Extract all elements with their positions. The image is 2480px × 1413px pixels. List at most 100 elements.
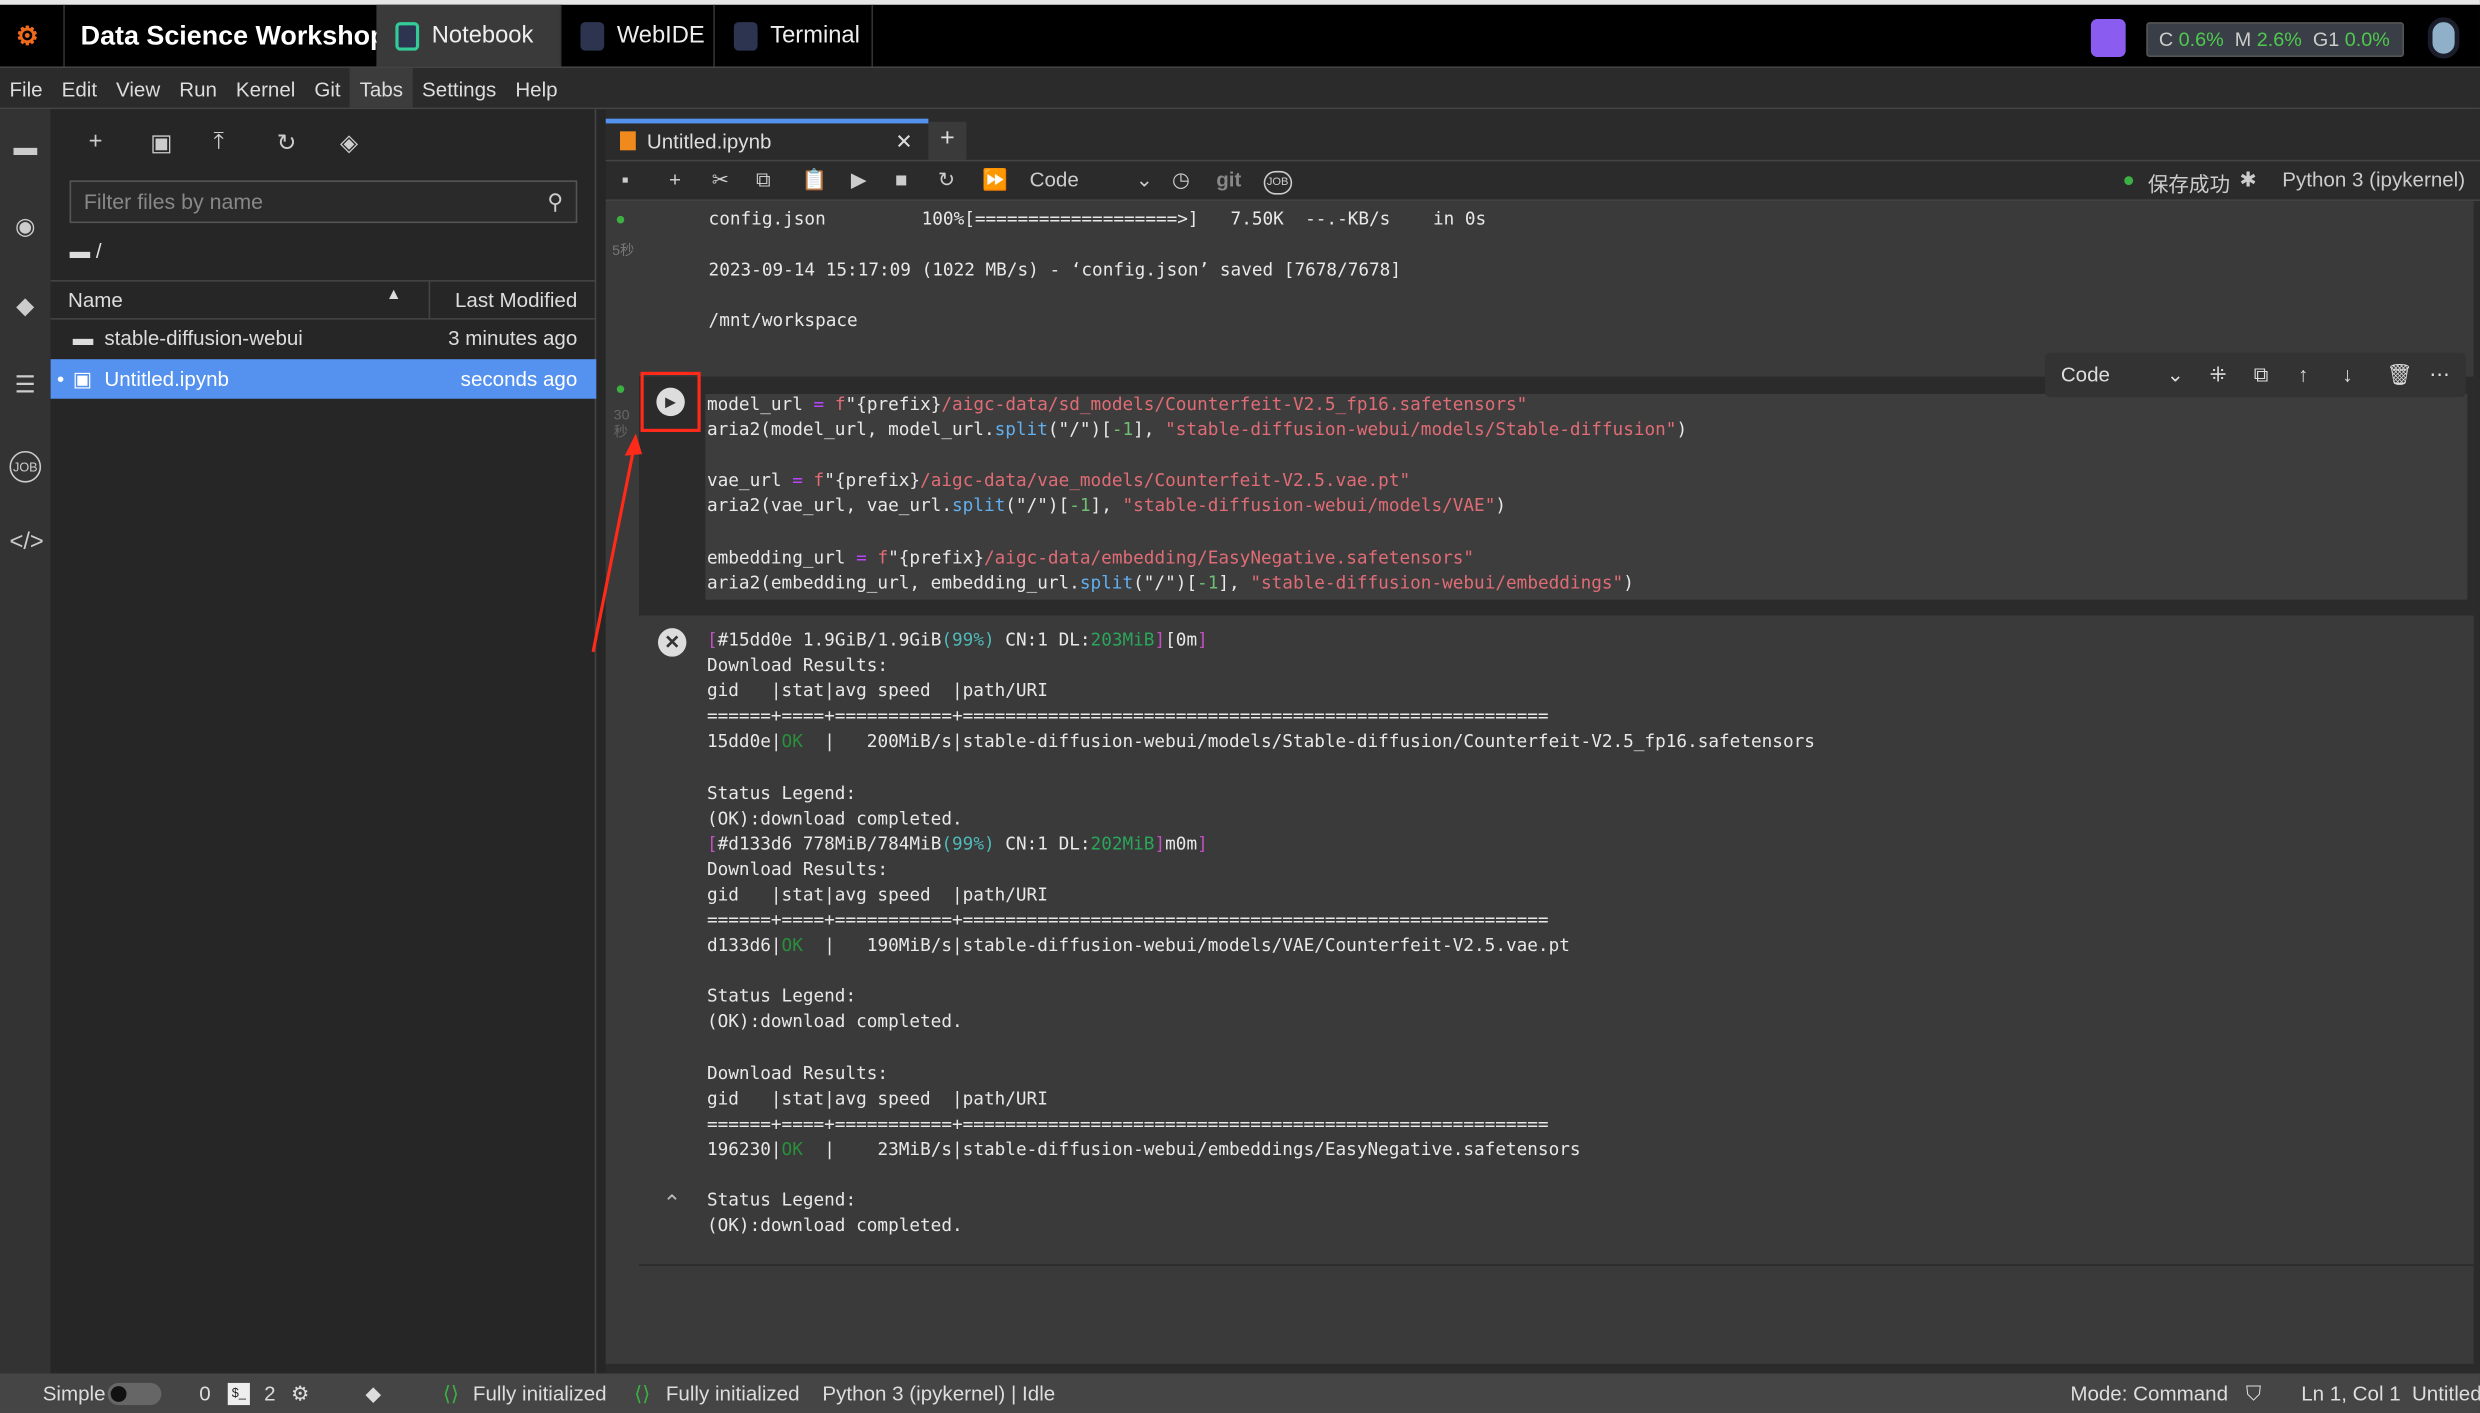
tab-label: Untitled.ipynb	[646, 129, 772, 154]
check-circle-icon: ●	[615, 210, 626, 230]
output-line: [#15dd0e 1.9GiB/1.9GiB(99%) CN:1 DL:203M…	[706, 629, 1208, 651]
job-icon[interactable]: JOB	[9, 450, 42, 483]
assistant-icon[interactable]	[2090, 18, 2126, 57]
duplicate-icon[interactable]: ⧉	[2254, 353, 2269, 397]
menu-edit[interactable]: Edit	[52, 68, 106, 108]
terminal-count[interactable]: 0	[199, 1373, 210, 1413]
menu-tabs[interactable]: Tabs	[350, 68, 413, 108]
new-launcher-button[interactable]: +	[89, 128, 103, 155]
restart-icon[interactable]: ↻	[938, 168, 955, 193]
move-up-icon[interactable]: ↑	[2298, 353, 2308, 397]
menu-git[interactable]: Git	[305, 68, 350, 108]
tab-label: WebIDE	[616, 22, 705, 50]
collapse-icon[interactable]: ⁜	[2209, 353, 2226, 397]
clear-output-icon[interactable]: ✕	[657, 628, 687, 657]
file-browser: + ▣ ⤒ ↻ ◈ Filter files by name ⚲ ▬ / Name…	[50, 109, 597, 1374]
cursor-position[interactable]: Ln 1, Col 1	[2301, 1373, 2400, 1413]
lsp-icon: ⟨⟩	[634, 1381, 651, 1406]
new-tab-button[interactable]: +	[928, 121, 967, 160]
search-icon: ⚲	[547, 189, 564, 214]
avatar[interactable]	[2427, 17, 2460, 59]
kernel-status[interactable]: Python 3 (ipykernel) | Idle	[822, 1373, 1055, 1413]
paste-icon[interactable]: 📋	[802, 168, 828, 193]
tab-terminal[interactable]: Terminal	[715, 4, 874, 67]
code-line: model_url = f"{prefix}/aigc-data/sd_mode…	[706, 393, 1528, 415]
clock-icon[interactable]: ◷	[1172, 168, 1190, 193]
menu-run[interactable]: Run	[170, 68, 227, 108]
output-line: config.json 100%[===================>] 7…	[708, 208, 1487, 230]
file-modified: 3 minutes ago	[448, 325, 578, 350]
new-folder-button[interactable]: ▣	[150, 128, 172, 157]
kernel-name[interactable]: Python 3 (ipykernel)	[2282, 168, 2465, 192]
running-icon[interactable]: ◉	[9, 212, 41, 244]
output-line: gid |stat|avg speed |path/URI	[706, 1088, 1048, 1109]
output-line: gid |stat|avg speed |path/URI	[706, 680, 1048, 702]
kernel-count[interactable]: 2	[264, 1373, 275, 1413]
notebook-icon	[619, 131, 636, 151]
lsp-status[interactable]: Fully initialized	[666, 1373, 800, 1413]
check-circle-icon: ●	[2122, 167, 2135, 192]
delete-icon[interactable]: 🗑	[2387, 353, 2413, 397]
stop-icon[interactable]: ■	[895, 168, 907, 192]
move-down-icon[interactable]: ↓	[2342, 353, 2352, 397]
git-button[interactable]: git	[1216, 168, 1241, 192]
cell-output: config.json 100%[===================>] 7…	[709, 207, 1487, 334]
simple-mode-toggle[interactable]	[107, 1382, 162, 1406]
column-last-modified[interactable]: Last Modified	[455, 288, 577, 312]
tab-label: Terminal	[770, 22, 860, 50]
terminal-icon	[733, 21, 758, 50]
cut-icon[interactable]: ✂	[712, 168, 729, 193]
output-line: ======+====+===========+================…	[706, 706, 1549, 727]
shield-icon[interactable]: ⛉	[2246, 1373, 2261, 1413]
git-icon[interactable]: ◆	[9, 291, 41, 323]
folder-icon[interactable]: ▬	[9, 134, 41, 166]
menu-kernel[interactable]: Kernel	[226, 68, 304, 108]
debug-icon[interactable]: ✱	[2240, 168, 2257, 193]
copy-icon[interactable]: ⧉	[756, 168, 771, 193]
chevron-down-icon[interactable]: ⌄	[2167, 353, 2184, 397]
filter-files-input[interactable]: Filter files by name ⚲	[69, 180, 578, 224]
save-icon[interactable]: ▪	[622, 168, 629, 192]
simple-mode-label: Simple	[42, 1381, 106, 1406]
git-clone-button[interactable]: ◈	[340, 128, 358, 157]
tab-webide[interactable]: WebIDE	[561, 4, 715, 67]
more-icon[interactable]: ⋯	[2429, 353, 2450, 397]
menu-file[interactable]: File	[0, 68, 52, 108]
cell-type-select[interactable]: Code	[2061, 353, 2110, 397]
menu-help[interactable]: Help	[506, 68, 567, 108]
left-sidebar: ▬ ◉ ◆ ☰ JOB </>	[0, 109, 51, 1374]
tab-untitled-ipynb[interactable]: Untitled.ipynb ✕	[605, 118, 929, 160]
column-name[interactable]: Name	[68, 288, 123, 312]
upload-button[interactable]: ⤒	[214, 128, 225, 155]
output-line: ======+====+===========+================…	[706, 1113, 1549, 1135]
cell-type-select[interactable]: Code ⌄	[1030, 168, 1153, 192]
code-content[interactable]: model_url = f"{prefix}/aigc-data/sd_mode…	[707, 392, 1687, 596]
refresh-button[interactable]: ↻	[277, 128, 297, 157]
git-icon[interactable]: ◆	[365, 1373, 381, 1413]
file-row[interactable]: ▬ stable-diffusion-webui 3 minutes ago	[51, 318, 597, 358]
menu-view[interactable]: View	[107, 68, 170, 108]
tab-label: Notebook	[431, 22, 534, 50]
code-icon[interactable]: </>	[9, 528, 43, 560]
close-icon[interactable]: ✕	[895, 123, 912, 159]
collapse-output-icon[interactable]: ⌃	[663, 1190, 682, 1217]
run-icon[interactable]: ▶	[851, 168, 867, 193]
toc-icon[interactable]: ☰	[9, 370, 41, 402]
menu-settings[interactable]: Settings	[413, 68, 506, 108]
file-row[interactable]: • ▣ Untitled.ipynb seconds ago	[50, 359, 597, 399]
folder-icon: ▬	[69, 238, 91, 263]
file-list-header: Name ▲ Last Modified	[50, 280, 597, 320]
run-cell-button[interactable]: ▶	[656, 387, 685, 417]
job-button[interactable]: JOB	[1263, 170, 1292, 195]
running-dot-icon: •	[56, 367, 65, 391]
top-bar: ⚙ Data Science Workshop Notebook WebIDE …	[0, 0, 2480, 67]
file-name: Untitled.ipynb	[104, 367, 229, 391]
run-all-icon[interactable]: ⏩	[982, 168, 1008, 193]
breadcrumb[interactable]: ▬ /	[70, 239, 102, 263]
insert-cell-icon[interactable]: +	[669, 168, 681, 192]
menu-bar: File Edit View Run Kernel Git Tabs Settings Help	[0, 66, 2480, 110]
lsp-status[interactable]: Fully initialized	[473, 1373, 607, 1413]
tab-notebook[interactable]: Notebook	[376, 4, 562, 67]
terminal-icon: $_	[227, 1382, 250, 1406]
